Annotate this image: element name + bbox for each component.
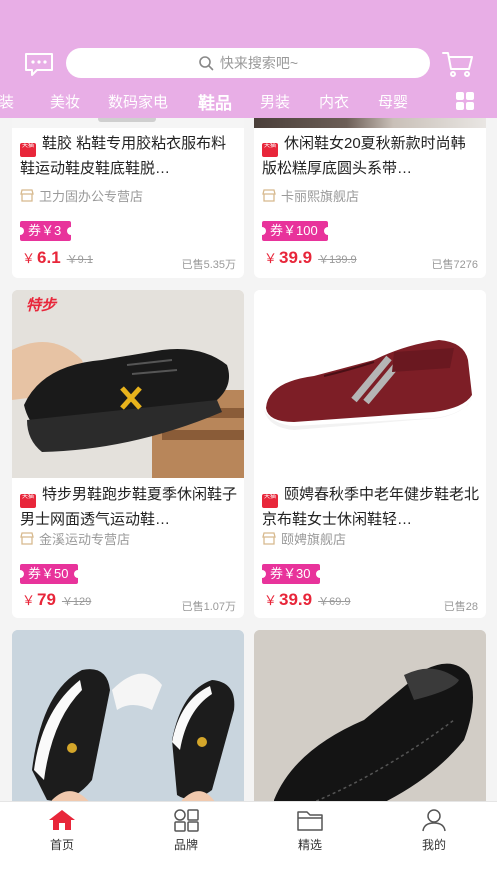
shop-name[interactable]: 卫力固办公专营店 <box>20 186 143 205</box>
product-card[interactable] <box>254 630 486 801</box>
sold-count: 已售7276 <box>431 259 478 271</box>
product-card[interactable] <box>12 630 244 801</box>
home-icon <box>49 810 75 830</box>
price: ￥ 79 ￥129 <box>22 590 92 609</box>
nav-brand[interactable]: 品牌 <box>146 808 226 853</box>
store-icon <box>262 532 276 545</box>
product-image <box>254 630 486 801</box>
coupon-badge: 券￥3 <box>15 221 76 241</box>
sold-count: 已售1.07万 <box>181 601 236 613</box>
bottom-nav: 首页 品牌 精选 我的 <box>0 801 497 883</box>
brand-grid-icon <box>174 809 199 832</box>
coupon-badge: 券￥50 <box>15 564 83 584</box>
price: ￥ 39.9 ￥139.9 <box>264 248 357 267</box>
sold-count: 已售5.35万 <box>181 259 236 271</box>
original-price: ￥69.9 <box>318 596 351 608</box>
walking-shoe-photo <box>254 290 486 478</box>
coupon-badge: 券￥30 <box>257 564 325 584</box>
tab-beauty[interactable]: 美妆 <box>50 91 80 112</box>
original-price: ￥129 <box>61 596 92 608</box>
product-feed: 天猫 鞋胶 粘鞋专用胶粘衣服布料鞋运动鞋皮鞋底鞋脱… 卫力固办公专营店 券￥3 ￥… <box>0 118 497 801</box>
nav-mine[interactable]: 我的 <box>394 808 474 853</box>
shop-name[interactable]: 颐娉旗舰店 <box>262 529 346 548</box>
tmall-badge: 天猫 <box>20 494 36 508</box>
shop-name[interactable]: 卡丽熙旗舰店 <box>262 186 359 205</box>
product-image <box>12 118 244 128</box>
product-card[interactable]: 天猫 颐娉春秋季中老年健步鞋老北京布鞋女士休闲鞋轻… 颐娉旗舰店 券￥30 ￥ 39… <box>254 290 486 618</box>
tmall-badge: 天猫 <box>262 494 278 508</box>
nav-featured[interactable]: 精选 <box>270 808 350 853</box>
product-title: 天猫 特步男鞋跑步鞋夏季休闲鞋子男士网面透气运动鞋… <box>20 486 238 528</box>
category-grid-icon[interactable] <box>455 91 475 111</box>
shop-name[interactable]: 金溪运动专营店 <box>20 529 130 548</box>
leather-shoe-photo <box>254 630 486 801</box>
message-icon[interactable] <box>24 52 54 76</box>
brand-logo: 特步 <box>26 297 57 314</box>
white-sneaker-photo <box>12 630 244 801</box>
store-icon <box>20 532 34 545</box>
product-image: 特步 <box>12 290 244 478</box>
cart-icon[interactable] <box>442 50 474 78</box>
tmall-badge: 天猫 <box>262 143 278 157</box>
original-price: ￥139.9 <box>318 254 357 266</box>
product-image <box>254 290 486 478</box>
tab-baby[interactable]: 母婴 <box>378 91 408 112</box>
search-input[interactable]: 快来搜索吧~ <box>66 48 430 78</box>
product-title: 天猫 休闲鞋女20夏秋新款时尚韩版松糕厚底圆头系带… <box>262 135 466 177</box>
tmall-badge: 天猫 <box>20 143 36 157</box>
tab-underwear[interactable]: 内衣 <box>319 91 349 112</box>
product-title: 天猫 颐娉春秋季中老年健步鞋老北京布鞋女士休闲鞋轻… <box>262 486 480 528</box>
product-image <box>254 118 486 128</box>
store-icon <box>20 189 34 202</box>
product-image <box>12 630 244 801</box>
sold-count: 已售28 <box>443 601 478 613</box>
product-card[interactable]: 天猫 鞋胶 粘鞋专用胶粘衣服布料鞋运动鞋皮鞋底鞋脱… 卫力固办公专营店 券￥3 ￥… <box>12 118 244 278</box>
nav-home[interactable]: 首页 <box>22 808 102 853</box>
category-tabs: 女装 美妆 数码家电 鞋品 男装 内衣 母婴 <box>0 86 497 116</box>
coupon-badge: 券￥100 <box>258 221 332 241</box>
folder-icon <box>297 811 323 831</box>
price: ￥ 6.1 ￥9.1 <box>22 248 93 267</box>
sneaker-photo <box>12 290 244 478</box>
search-placeholder: 快来搜索吧~ <box>219 55 299 71</box>
tab-women[interactable]: 女装 <box>0 91 14 112</box>
original-price: ￥9.1 <box>66 254 93 266</box>
user-icon <box>422 809 446 832</box>
product-card[interactable]: 特步 天猫 特步男鞋跑步鞋夏季休闲鞋子男士网面透气运动鞋… 金溪运动专营店 券￥5… <box>12 290 244 618</box>
tab-shoes[interactable]: 鞋品 <box>198 89 232 114</box>
product-title: 天猫 鞋胶 粘鞋专用胶粘衣服布料鞋运动鞋皮鞋底鞋脱… <box>20 135 227 177</box>
search-icon <box>199 56 214 71</box>
top-header: 快来搜索吧~ 女装 美妆 数码家电 鞋品 男装 内衣 母婴 <box>0 0 497 118</box>
tab-digital[interactable]: 数码家电 <box>108 91 168 112</box>
tab-men[interactable]: 男装 <box>260 91 290 112</box>
product-card[interactable]: 天猫 休闲鞋女20夏秋新款时尚韩版松糕厚底圆头系带… 卡丽熙旗舰店 券￥100 ￥… <box>254 118 486 278</box>
store-icon <box>262 189 276 202</box>
price: ￥ 39.9 ￥69.9 <box>264 590 351 609</box>
